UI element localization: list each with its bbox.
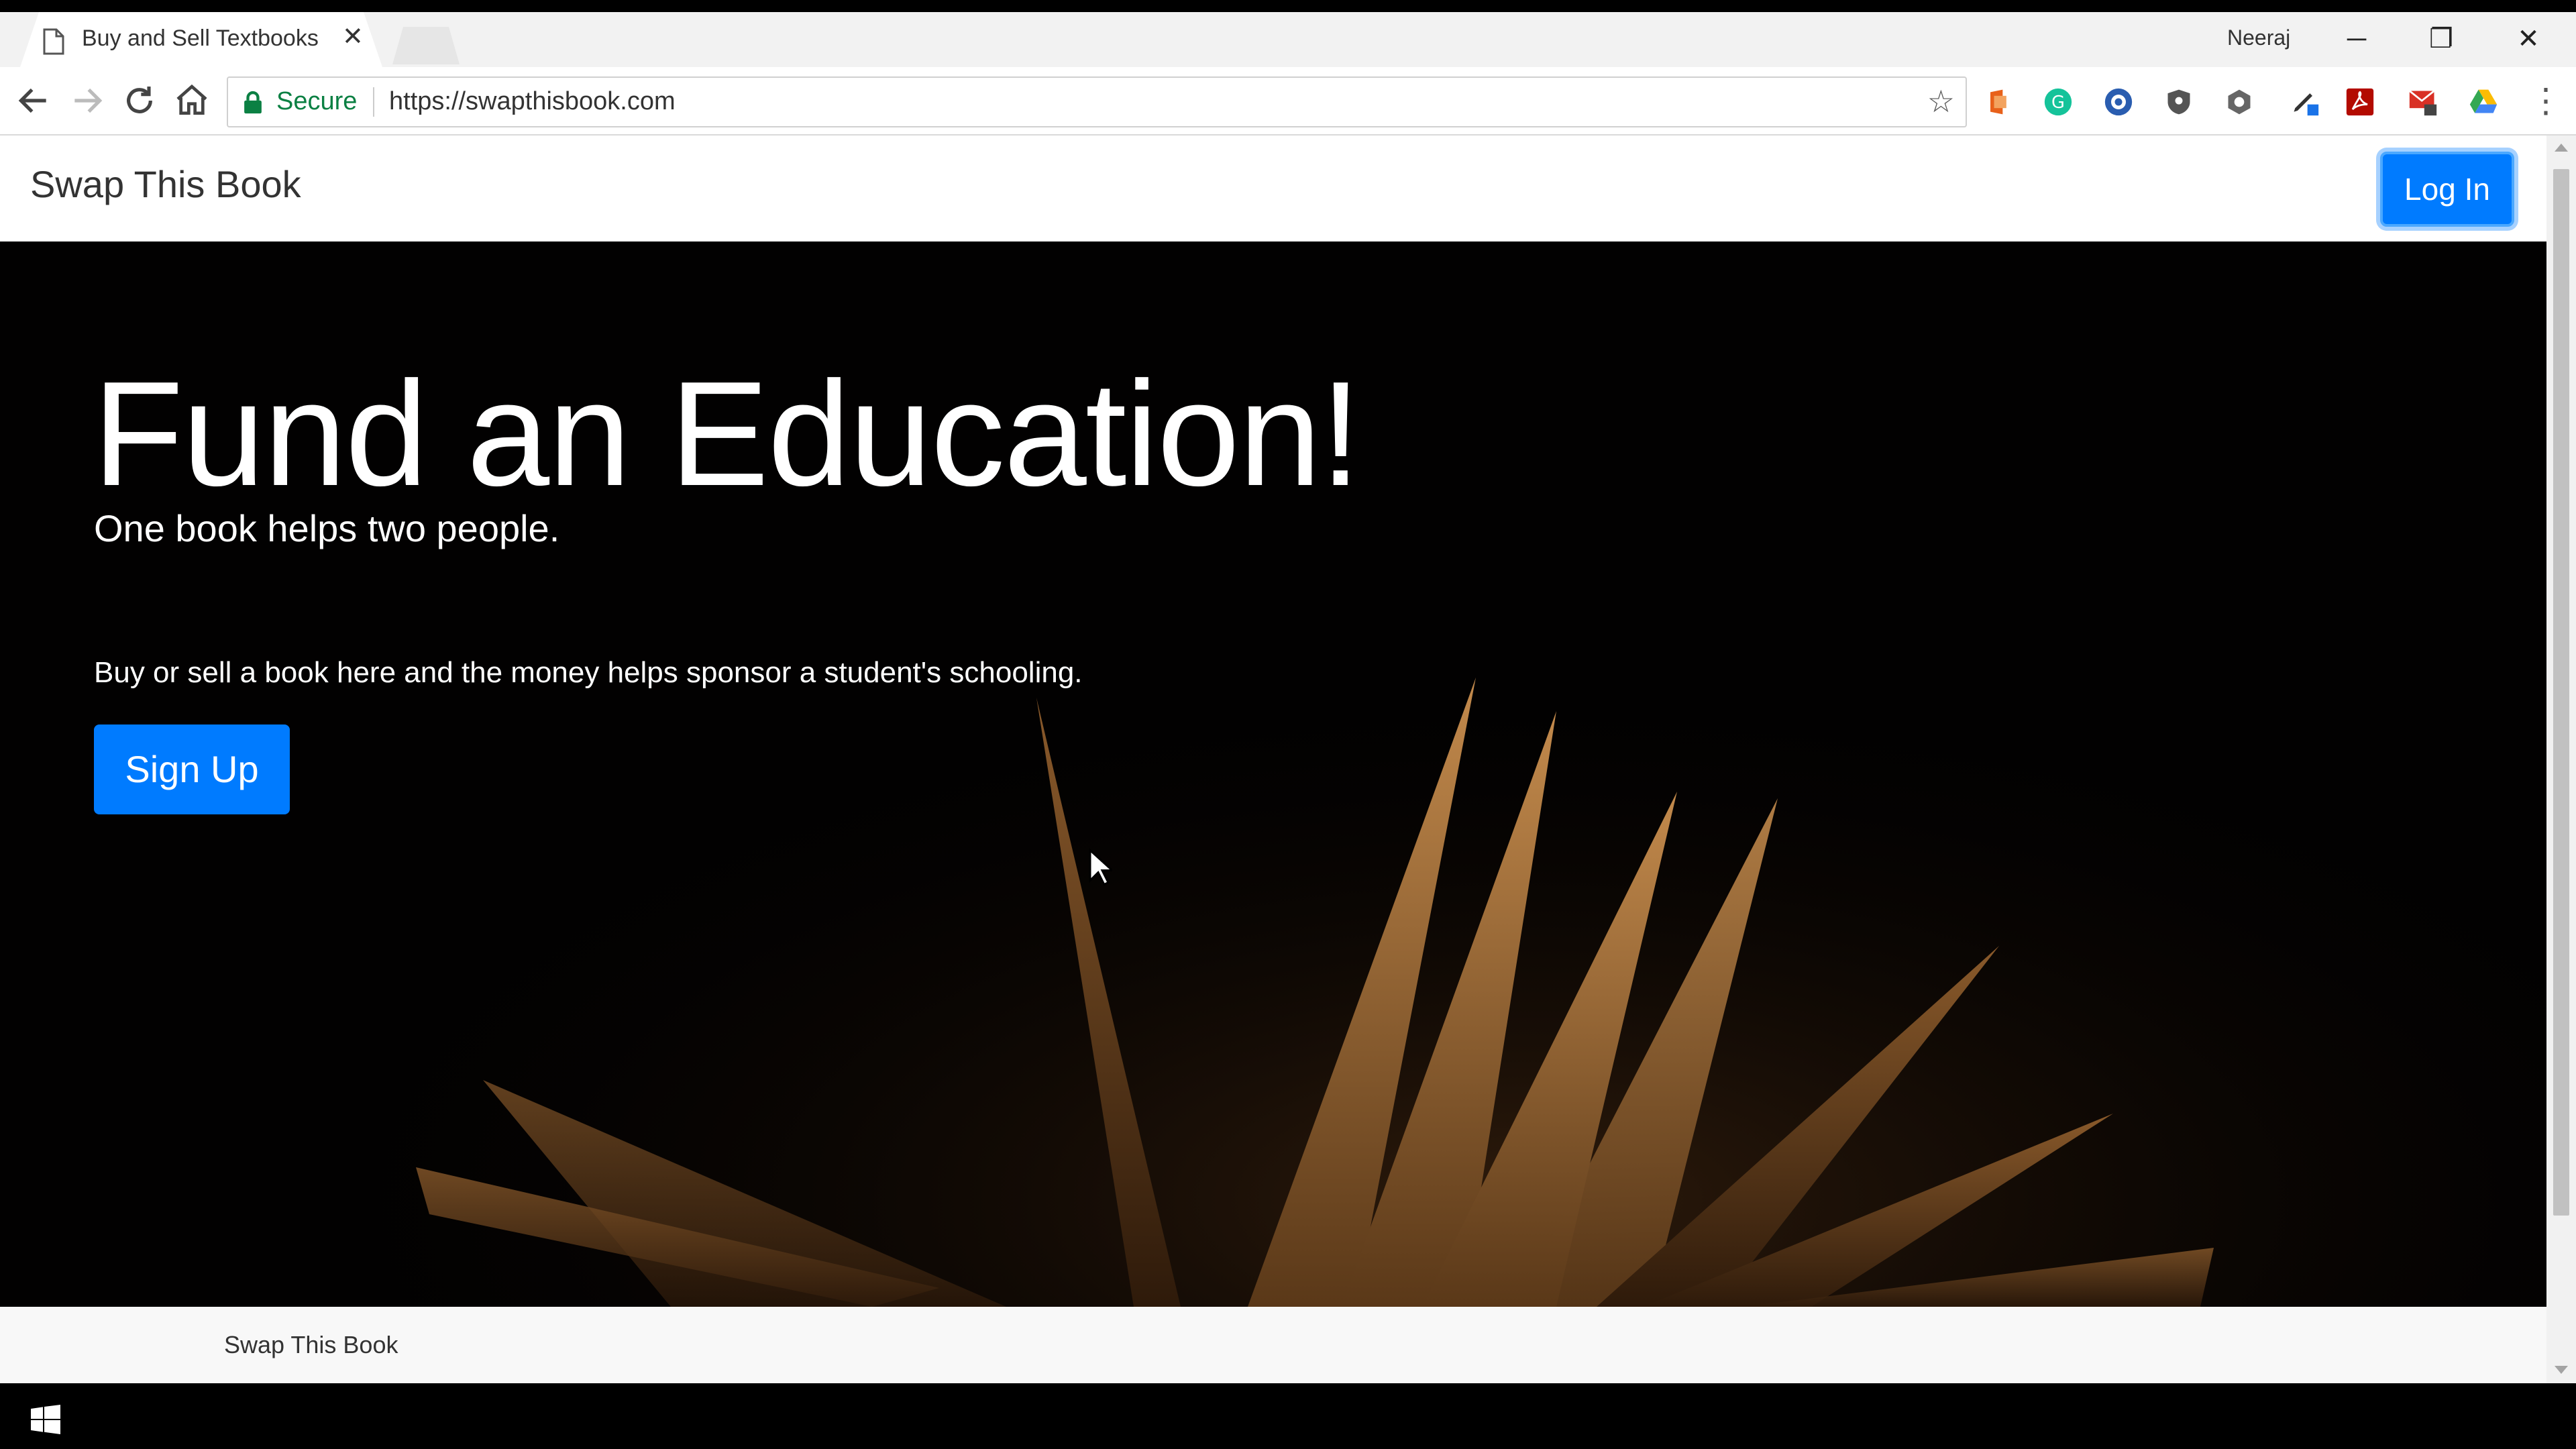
bookmark-star-icon[interactable]: ☆ bbox=[1927, 83, 1955, 119]
hero-description: Buy or sell a book here and the money he… bbox=[94, 656, 1083, 689]
web-page: Swap This Book Log In Fund an Education!… bbox=[0, 136, 2546, 1383]
window-top-strip bbox=[0, 0, 2576, 12]
eye-extension-icon[interactable] bbox=[2224, 87, 2254, 117]
reload-icon[interactable] bbox=[121, 82, 158, 119]
login-button[interactable]: Log In bbox=[2380, 152, 2514, 227]
hero-title: Fund an Education! bbox=[93, 351, 1361, 517]
pen-extension-icon[interactable] bbox=[2290, 87, 2320, 117]
minimize-button[interactable]: ─ bbox=[2326, 19, 2387, 59]
site-navbar: Swap This Book Log In bbox=[0, 136, 2546, 241]
browser-menu-icon[interactable]: ⋮ bbox=[2529, 82, 2563, 119]
tab-bar: Buy and Sell Textbooks ✕ Neeraj ─ ❐ ✕ bbox=[0, 12, 2576, 67]
footer-brand: Swap This Book bbox=[224, 1331, 398, 1358]
signup-button[interactable]: Sign Up bbox=[94, 724, 290, 814]
scrollbar-thumb[interactable] bbox=[2553, 169, 2569, 1216]
svg-text:G: G bbox=[2051, 93, 2065, 113]
acrobat-icon[interactable] bbox=[2345, 87, 2375, 117]
mouse-cursor-icon bbox=[1089, 848, 1112, 886]
site-footer: Swap This Book bbox=[0, 1307, 2546, 1383]
page-icon bbox=[43, 28, 64, 55]
omnibox-divider bbox=[373, 87, 374, 117]
site-brand[interactable]: Swap This Book bbox=[30, 162, 301, 206]
screen: Buy and Sell Textbooks ✕ Neeraj ─ ❐ ✕ Se… bbox=[0, 0, 2576, 1449]
url-text[interactable]: https://swapthisbook.com bbox=[389, 87, 676, 116]
profile-name[interactable]: Neeraj bbox=[2227, 25, 2290, 50]
address-bar[interactable]: Secure https://swapthisbook.com ☆ bbox=[227, 76, 1967, 127]
office-icon[interactable] bbox=[1983, 87, 2012, 117]
windows-start-icon[interactable] bbox=[30, 1403, 62, 1436]
forward-icon[interactable] bbox=[68, 82, 106, 119]
tab-close-icon[interactable]: ✕ bbox=[342, 24, 364, 50]
os-taskbar bbox=[0, 1383, 2576, 1449]
lock-icon bbox=[244, 91, 262, 114]
grammarly-icon[interactable]: G bbox=[2043, 87, 2073, 117]
drive-extension-icon[interactable] bbox=[2469, 87, 2498, 117]
home-icon[interactable] bbox=[173, 82, 211, 119]
shield-extension-icon[interactable] bbox=[2164, 87, 2194, 117]
mail-extension-icon[interactable] bbox=[2408, 87, 2438, 117]
close-window-button[interactable]: ✕ bbox=[2498, 19, 2559, 59]
secure-label: Secure bbox=[276, 87, 358, 115]
scroll-up-arrow-icon[interactable] bbox=[2555, 144, 2568, 152]
hero-section: Fund an Education! One book helps two pe… bbox=[0, 241, 2546, 1307]
hero-subtitle: One book helps two people. bbox=[94, 507, 560, 549]
tab-title: Buy and Sell Textbooks bbox=[82, 25, 319, 51]
browser-toolbar: Secure https://swapthisbook.com ☆ G ⋮ bbox=[0, 67, 2576, 136]
back-icon[interactable] bbox=[15, 82, 52, 119]
page-scrollbar[interactable] bbox=[2546, 136, 2576, 1383]
scroll-down-arrow-icon[interactable] bbox=[2555, 1366, 2568, 1374]
restore-button[interactable]: ❐ bbox=[2411, 19, 2471, 59]
extension-blue-icon[interactable] bbox=[2104, 87, 2133, 117]
new-tab-button[interactable] bbox=[392, 27, 460, 64]
